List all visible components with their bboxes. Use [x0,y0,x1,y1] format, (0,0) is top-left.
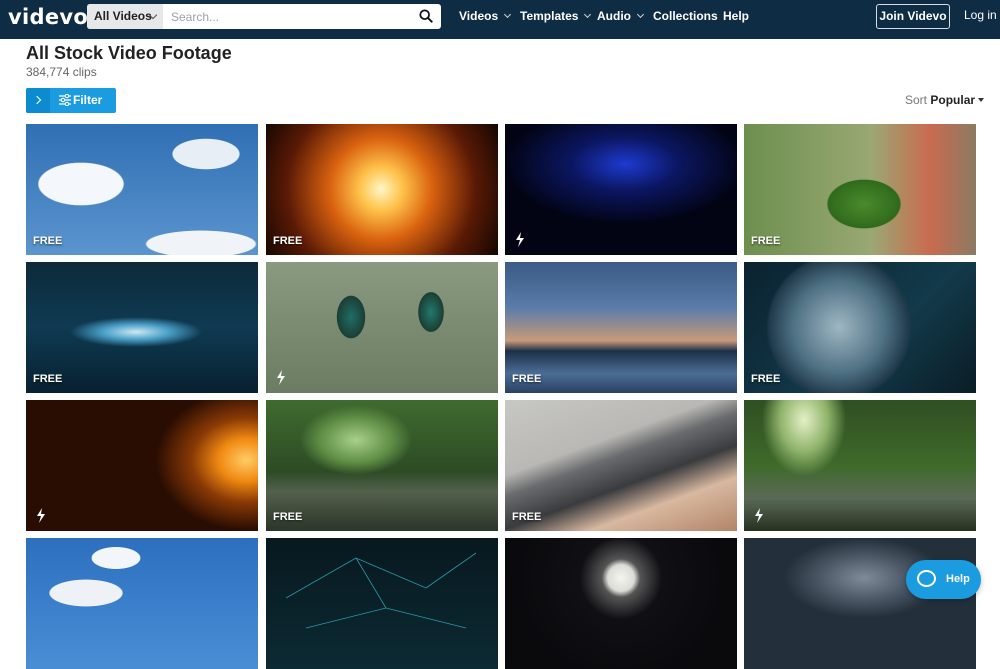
video-thumbnail[interactable]: FREE [505,400,737,531]
nav-videos-label: Videos [459,9,499,23]
video-thumbnail[interactable]: FREE [505,262,737,393]
video-thumbnail[interactable] [26,400,258,531]
video-thumbnail[interactable] [266,262,498,393]
sort-dropdown[interactable]: Sort Popular [905,93,985,107]
join-videvo-button[interactable]: Join Videvo [876,4,950,29]
nav-templates[interactable]: Templates [520,0,592,33]
sort-value: Popular [930,93,976,107]
nav-videos[interactable]: Videos [459,0,512,33]
search-box: All Videos [87,4,441,29]
nav-audio[interactable]: Audio [597,0,645,33]
video-thumbnail[interactable] [266,538,498,669]
video-thumbnail[interactable]: FREE [266,400,498,531]
nav-audio-label: Audio [597,9,631,23]
video-thumbnail[interactable] [505,538,737,669]
free-badge: FREE [751,235,781,247]
free-badge: FREE [751,373,781,385]
free-badge: FREE [512,511,542,523]
nav-help[interactable]: Help [723,0,749,33]
top-navigation-bar: videvo All Videos Videos Templates Audio… [0,0,1000,39]
chevron-down-icon [636,10,645,19]
page-title: All Stock Video Footage [26,43,232,63]
free-badge: FREE [33,373,63,385]
free-badge: FREE [273,511,303,523]
video-thumbnail[interactable]: FREE [26,124,258,255]
caret-down-icon [978,98,985,102]
chat-bubble-icon [917,570,936,587]
search-input[interactable] [165,4,405,29]
search-icon[interactable] [419,9,433,23]
lightning-icon [277,370,285,385]
help-chat-button[interactable]: Help [906,560,981,599]
network-lines-graphic [285,552,477,629]
video-thumbnail[interactable] [744,538,976,669]
video-thumbnail[interactable]: FREE [744,262,976,393]
video-thumbnail[interactable]: FREE [26,262,258,393]
nav-templates-label: Templates [520,9,579,23]
videvo-logo[interactable]: videvo [8,5,88,29]
help-chat-label: Help [946,573,970,585]
login-link[interactable]: Log in [964,0,997,31]
clip-count: 384,774 clips [26,65,97,79]
lightning-icon [516,232,524,247]
video-thumbnail[interactable] [744,400,976,531]
lightning-icon [37,508,45,523]
video-thumbnail[interactable] [26,538,258,669]
free-badge: FREE [512,373,542,385]
chevron-down-icon [504,10,512,19]
free-badge: FREE [273,235,303,247]
video-thumbnail[interactable]: FREE [266,124,498,255]
filter-bar: Filter [26,88,116,113]
sort-label: Sort [905,93,928,107]
video-thumbnail[interactable]: FREE [744,124,976,255]
search-scope-dropdown[interactable]: All Videos [87,4,163,29]
search-scope-label: All Videos [94,9,152,23]
nav-collections-label: Collections [653,9,718,23]
filter-panel-toggle[interactable] [26,88,50,113]
chevron-down-icon [584,10,592,19]
lightning-icon [755,508,763,523]
sliders-icon [59,94,71,106]
nav-collections[interactable]: Collections [653,0,718,33]
filter-button-label: Filter [73,93,103,107]
nav-help-label: Help [723,9,750,23]
free-badge: FREE [33,235,63,247]
video-thumbnail[interactable] [505,124,737,255]
